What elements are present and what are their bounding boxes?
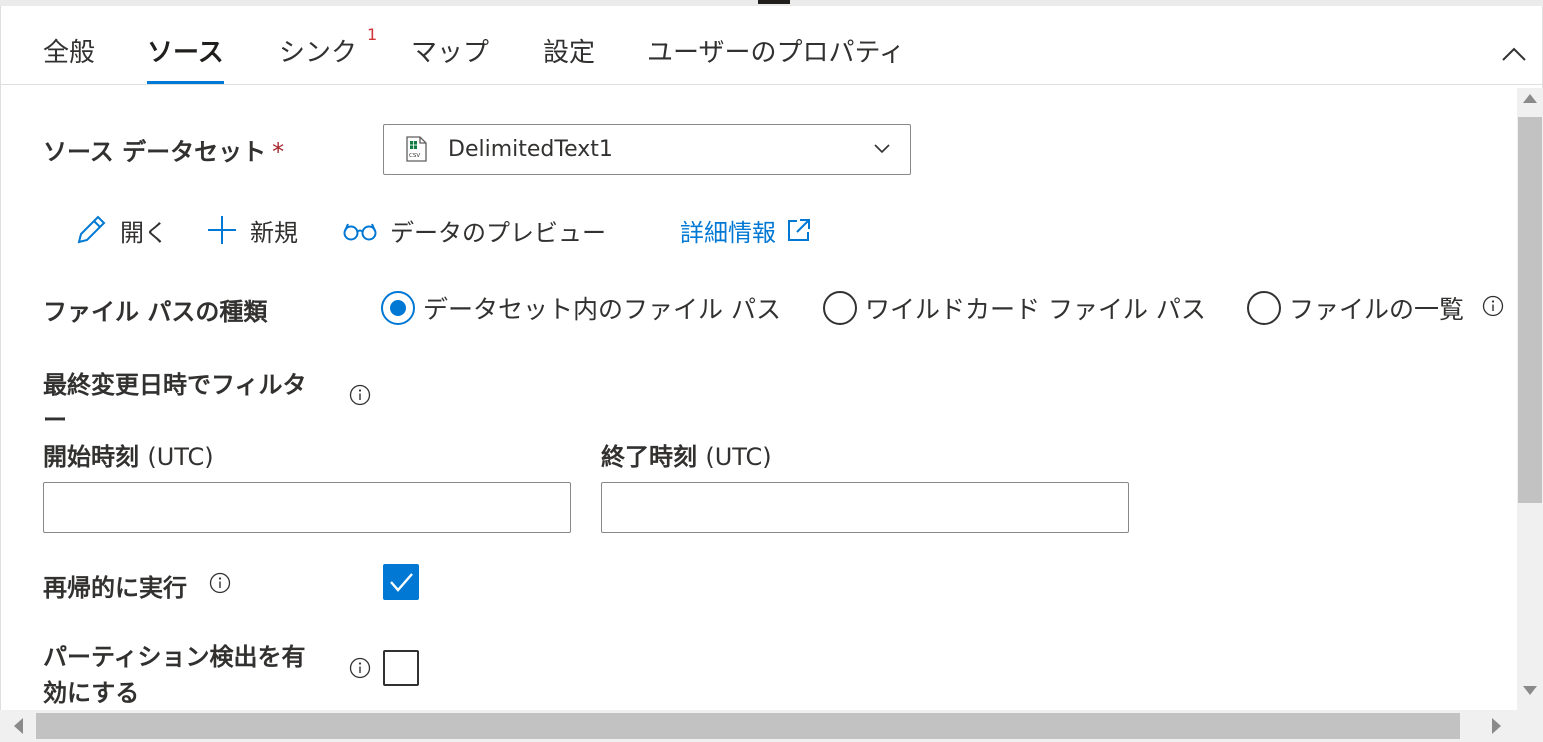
- radio-indicator: [381, 291, 415, 325]
- tab-source[interactable]: ソース: [147, 32, 224, 84]
- vertical-scroll-thumb[interactable]: [1518, 117, 1542, 503]
- plus-icon: [208, 216, 236, 244]
- info-icon[interactable]: [349, 384, 371, 406]
- new-label: 新規: [250, 218, 298, 247]
- learn-more-label: 詳細情報: [680, 218, 776, 247]
- required-mark: *: [272, 138, 285, 166]
- new-button[interactable]: 新規: [206, 210, 298, 250]
- scroll-down-arrow-icon[interactable]: [1523, 686, 1537, 695]
- open-label: 開く: [120, 218, 168, 247]
- tab-mapping[interactable]: マップ: [411, 32, 489, 84]
- end-time-label: 終了時刻 (UTC): [601, 443, 772, 471]
- info-icon[interactable]: [349, 657, 371, 679]
- chevron-down-icon: [874, 144, 890, 154]
- learn-more-link[interactable]: 詳細情報: [680, 210, 824, 250]
- tab-general[interactable]: 全般: [43, 32, 95, 84]
- file-path-type-label: ファイル パスの種類: [43, 298, 268, 326]
- source-dataset-value: DelimitedText1: [448, 137, 613, 162]
- recursive-checkbox[interactable]: [383, 564, 419, 600]
- partition-discovery-label-line1: パーティション検出を有: [43, 643, 306, 671]
- checkmark-icon: [390, 573, 413, 592]
- start-time-label: 開始時刻 (UTC): [43, 443, 214, 471]
- radio-label: ワイルドカード ファイル パス: [865, 295, 1206, 324]
- tab-user-properties[interactable]: ユーザーのプロパティ: [647, 32, 905, 84]
- radio-wildcard-file-path[interactable]: ワイルドカード ファイル パス: [823, 288, 1206, 328]
- chevron-up-icon[interactable]: [1500, 40, 1528, 68]
- source-dataset-label: ソース データセット *: [43, 138, 285, 166]
- start-time-input[interactable]: [43, 482, 571, 533]
- tab-sink[interactable]: シンク: [279, 32, 357, 84]
- info-icon[interactable]: [1482, 295, 1504, 317]
- preview-data-label: データのプレビュー: [390, 218, 606, 247]
- radio-dataset-file-path[interactable]: データセット内のファイル パス: [381, 288, 781, 328]
- end-time-input[interactable]: [601, 482, 1129, 533]
- drag-handle[interactable]: [758, 0, 790, 4]
- csv-file-icon: CSV: [406, 136, 427, 162]
- radio-label: ファイルの一覧: [1289, 295, 1465, 324]
- radio-label: データセット内のファイル パス: [423, 295, 781, 324]
- info-icon[interactable]: [209, 572, 231, 594]
- scroll-left-arrow-icon[interactable]: [14, 718, 23, 734]
- radio-file-list[interactable]: ファイルの一覧: [1247, 288, 1464, 328]
- partition-discovery-checkbox[interactable]: [383, 650, 419, 686]
- filter-last-modified-label-line2: ー: [43, 406, 67, 434]
- sink-error-badge: 1: [367, 25, 378, 44]
- source-dataset-dropdown[interactable]: CSV DelimitedText1: [383, 124, 911, 175]
- pencil-icon: [77, 215, 106, 244]
- svg-text:CSV: CSV: [409, 153, 420, 159]
- open-button[interactable]: 開く: [74, 210, 168, 250]
- scrollbar-corner: [1517, 710, 1543, 742]
- radio-indicator: [823, 291, 857, 325]
- scroll-up-arrow-icon[interactable]: [1523, 94, 1537, 103]
- horizontal-scroll-thumb[interactable]: [36, 713, 1460, 739]
- tab-bar: 全般 ソース シンク 1 マップ 設定 ユーザーのプロパティ: [0, 6, 1543, 85]
- preview-data-button[interactable]: データのプレビュー: [342, 210, 606, 250]
- scroll-right-arrow-icon[interactable]: [1492, 718, 1501, 734]
- filter-last-modified-label-line1: 最終変更日時でフィルタ: [43, 371, 307, 399]
- tab-settings[interactable]: 設定: [543, 32, 595, 84]
- glasses-icon: [343, 223, 377, 241]
- external-link-icon: [788, 219, 810, 241]
- partition-discovery-label-line2: 効にする: [43, 679, 140, 707]
- radio-indicator: [1247, 291, 1281, 325]
- recursive-label: 再帰的に実行: [43, 574, 187, 602]
